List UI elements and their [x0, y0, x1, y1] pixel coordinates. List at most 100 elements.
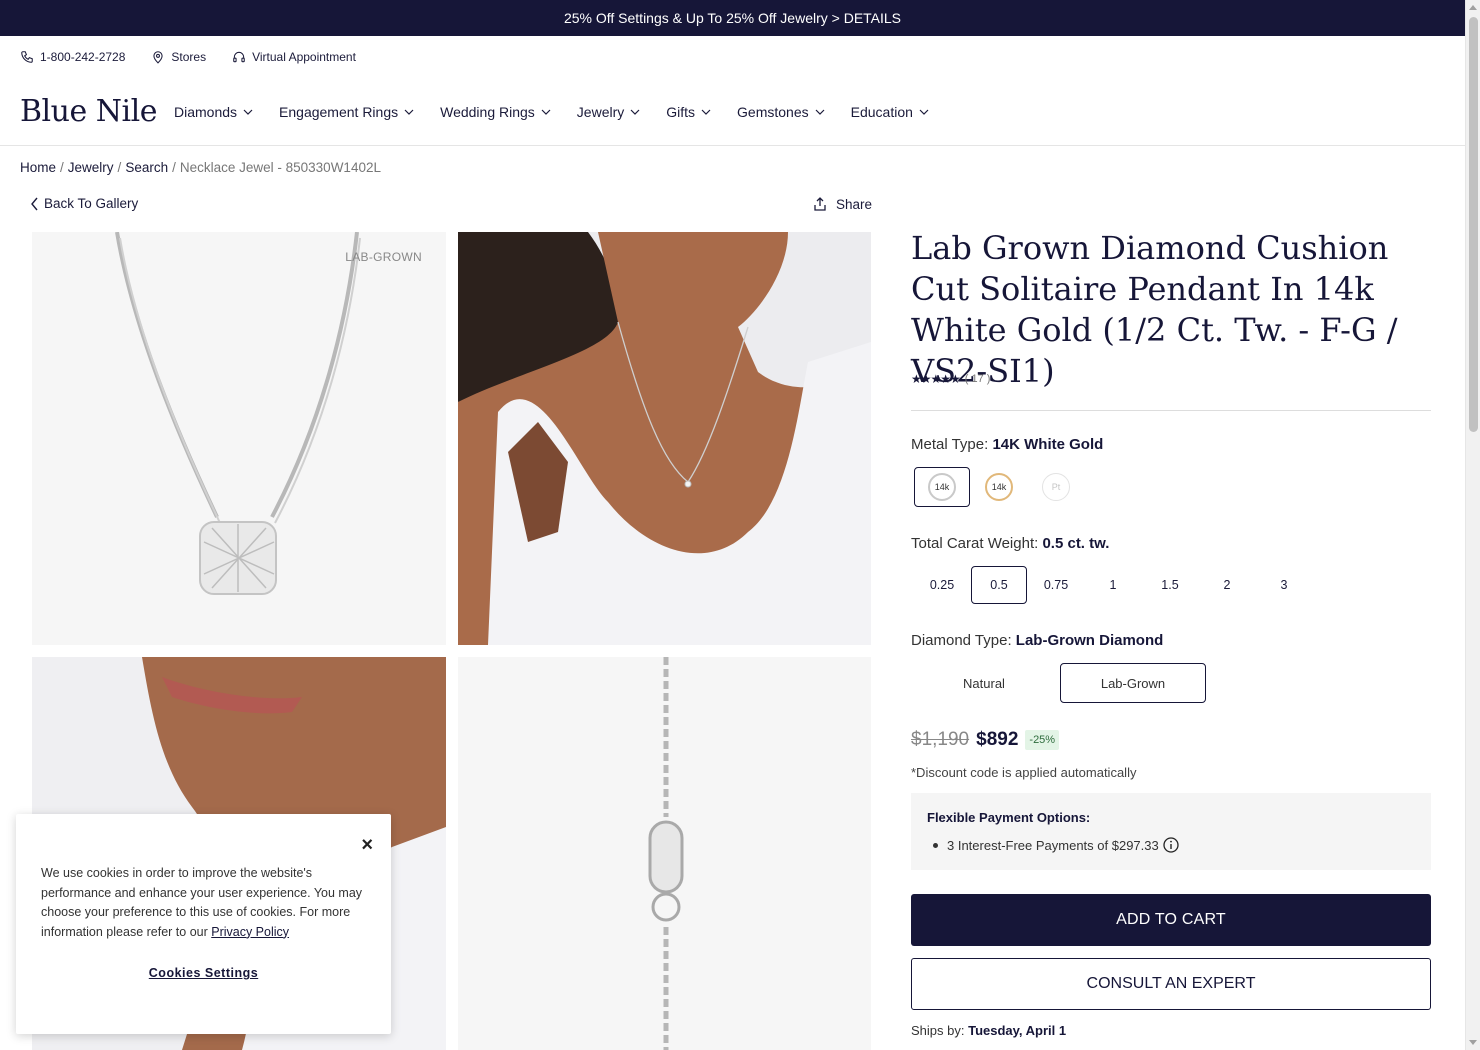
carat-option[interactable]: 3 — [1256, 566, 1312, 604]
product-image-model-1[interactable] — [458, 232, 871, 645]
nav-item-diamonds[interactable]: Diamonds — [174, 104, 253, 120]
carat-option[interactable]: 1 — [1085, 566, 1141, 604]
carat-option[interactable]: 0.5 — [971, 566, 1027, 604]
metal-option-yellow-gold[interactable]: 14k — [971, 467, 1027, 507]
share-button[interactable]: Share — [812, 196, 872, 212]
carat-weight-label-text: Total Carat Weight: — [911, 535, 1039, 552]
rating-stars: ★★★★★ — [911, 372, 961, 386]
virtual-appointment-link[interactable]: Virtual Appointment — [232, 48, 356, 66]
carat-weight-value: 0.5 ct. tw. — [1042, 535, 1110, 552]
privacy-policy-link[interactable]: Privacy Policy — [211, 925, 289, 939]
model-wearing-necklace-image — [458, 232, 871, 645]
carat-option[interactable]: 2 — [1199, 566, 1255, 604]
chevron-down-icon — [404, 109, 414, 115]
metal-option-platinum[interactable]: Pt — [1028, 467, 1084, 507]
add-to-cart-button[interactable]: ADD TO CART — [911, 894, 1431, 946]
price-row: $1,190 $892 -25% — [911, 729, 1060, 751]
headset-icon — [233, 51, 245, 63]
phone-icon — [21, 51, 33, 63]
main-navbar: Blue Nile Diamonds Engagement Rings Wedd… — [0, 88, 1465, 146]
promo-banner[interactable]: 25% Off Settings & Up To 25% Off Jewelry… — [0, 0, 1465, 36]
consult-expert-button[interactable]: CONSULT AN EXPERT — [911, 958, 1431, 1010]
scrollbar-thumb[interactable] — [1469, 17, 1478, 432]
metal-type-label-text: Metal Type: — [911, 436, 989, 453]
pendant-necklace-image — [115, 232, 361, 595]
review-count[interactable]: ( 17 ) — [965, 373, 991, 385]
nav-item-engagement-rings[interactable]: Engagement Rings — [279, 104, 414, 120]
sale-price: $892 — [976, 729, 1019, 750]
scroll-down-icon[interactable] — [1469, 1040, 1477, 1045]
breadcrumb-jewelry[interactable]: Jewelry — [68, 160, 114, 175]
payment-options-box: Flexible Payment Options: 3 Interest-Fre… — [911, 793, 1431, 870]
chevron-down-icon — [701, 109, 711, 115]
cookie-message-text: We use cookies in order to improve the w… — [41, 866, 363, 939]
nav-item-wedding-rings[interactable]: Wedding Rings — [440, 104, 551, 120]
share-icon — [814, 197, 826, 211]
chevron-down-icon — [243, 109, 253, 115]
breadcrumb-separator: / — [60, 160, 64, 175]
necklace-clasp-image — [458, 657, 871, 1050]
page-scrollbar[interactable] — [1465, 0, 1480, 1050]
platinum-swatch: Pt — [1042, 473, 1070, 501]
product-rating[interactable]: ★★★★★ ( 17 ) — [911, 372, 990, 386]
carat-option[interactable]: 1.5 — [1142, 566, 1198, 604]
diamond-type-natural[interactable]: Natural — [911, 663, 1057, 703]
nav-item-jewelry[interactable]: Jewelry — [577, 104, 640, 120]
phone-link[interactable]: 1-800-242-2728 — [20, 48, 125, 66]
nav-label: Engagement Rings — [279, 104, 399, 120]
carat-option[interactable]: 0.25 — [914, 566, 970, 604]
nav-menu: Diamonds Engagement Rings Wedding Rings … — [174, 104, 929, 120]
chevron-left-icon — [31, 197, 38, 210]
breadcrumb-home[interactable]: Home — [20, 160, 56, 175]
diamond-type-label-text: Diamond Type: — [911, 632, 1012, 649]
nav-label: Wedding Rings — [440, 104, 535, 120]
promo-text[interactable]: 25% Off Settings & Up To 25% Off Jewelry… — [564, 10, 901, 26]
breadcrumb-search[interactable]: Search — [125, 160, 168, 175]
payment-option-text: 3 Interest-Free Payments of $297.33 — [947, 837, 1159, 853]
divider — [911, 410, 1431, 411]
original-price: $1,190 — [911, 729, 970, 750]
breadcrumb-current: Necklace Jewel - 850330W1402L — [179, 160, 381, 175]
diamond-type-options: Natural Lab-Grown — [911, 663, 1206, 703]
info-icon[interactable] — [1163, 837, 1179, 853]
carat-weight-label: Total Carat Weight: 0.5 ct. tw. — [911, 535, 1109, 552]
product-title: Lab Grown Diamond Cushion Cut Solitaire … — [911, 229, 1398, 390]
utility-links: 1-800-242-2728 Stores Virtual Appointmen… — [20, 48, 356, 66]
nav-item-gemstones[interactable]: Gemstones — [737, 104, 825, 120]
phone-label: 1-800-242-2728 — [40, 50, 126, 64]
back-to-gallery-label: Back To Gallery — [44, 196, 139, 211]
nav-label: Education — [850, 104, 913, 120]
chevron-down-icon — [541, 109, 551, 115]
nav-label: Gemstones — [737, 104, 809, 120]
ships-by-label: Ships by: — [911, 1023, 965, 1038]
cookie-banner: × We use cookies in order to improve the… — [16, 814, 391, 1034]
product-image-clasp[interactable] — [458, 657, 871, 1050]
nav-item-gifts[interactable]: Gifts — [666, 104, 711, 120]
close-icon[interactable]: × — [361, 834, 373, 857]
blue-nile-logo[interactable]: Blue Nile — [20, 94, 157, 129]
white-gold-swatch: 14k — [928, 473, 956, 501]
diamond-type-value: Lab-Grown Diamond — [1015, 632, 1164, 649]
breadcrumb-separator: / — [172, 160, 176, 175]
stores-label: Stores — [171, 50, 207, 64]
cookies-settings-button[interactable]: Cookies Settings — [16, 966, 391, 980]
stores-link[interactable]: Stores — [151, 48, 206, 66]
payment-options-title: Flexible Payment Options: — [927, 810, 1091, 825]
metal-type-value: 14K White Gold — [992, 436, 1104, 453]
nav-label: Diamonds — [174, 104, 238, 120]
back-to-gallery-link[interactable]: Back To Gallery — [30, 196, 138, 211]
payment-option-item: 3 Interest-Free Payments of $297.33 — [933, 837, 1179, 853]
carat-option[interactable]: 0.75 — [1028, 566, 1084, 604]
lab-grown-tag: LAB-GROWN — [345, 250, 422, 264]
nav-label: Jewelry — [576, 104, 625, 120]
product-image-main[interactable]: LAB-GROWN — [32, 232, 446, 645]
diamond-type-lab-grown[interactable]: Lab-Grown — [1060, 663, 1206, 703]
nav-item-education[interactable]: Education — [851, 104, 929, 120]
diamond-type-label: Diamond Type: Lab-Grown Diamond — [911, 632, 1163, 649]
discount-badge: -25% — [1025, 730, 1060, 750]
scroll-up-icon[interactable] — [1469, 5, 1477, 10]
breadcrumb: Home / Jewelry / Search / Necklace Jewel… — [20, 160, 381, 175]
metal-option-white-gold[interactable]: 14k — [914, 467, 970, 507]
discount-note: *Discount code is applied automatically — [911, 765, 1137, 780]
cookie-message: We use cookies in order to improve the w… — [41, 864, 371, 942]
